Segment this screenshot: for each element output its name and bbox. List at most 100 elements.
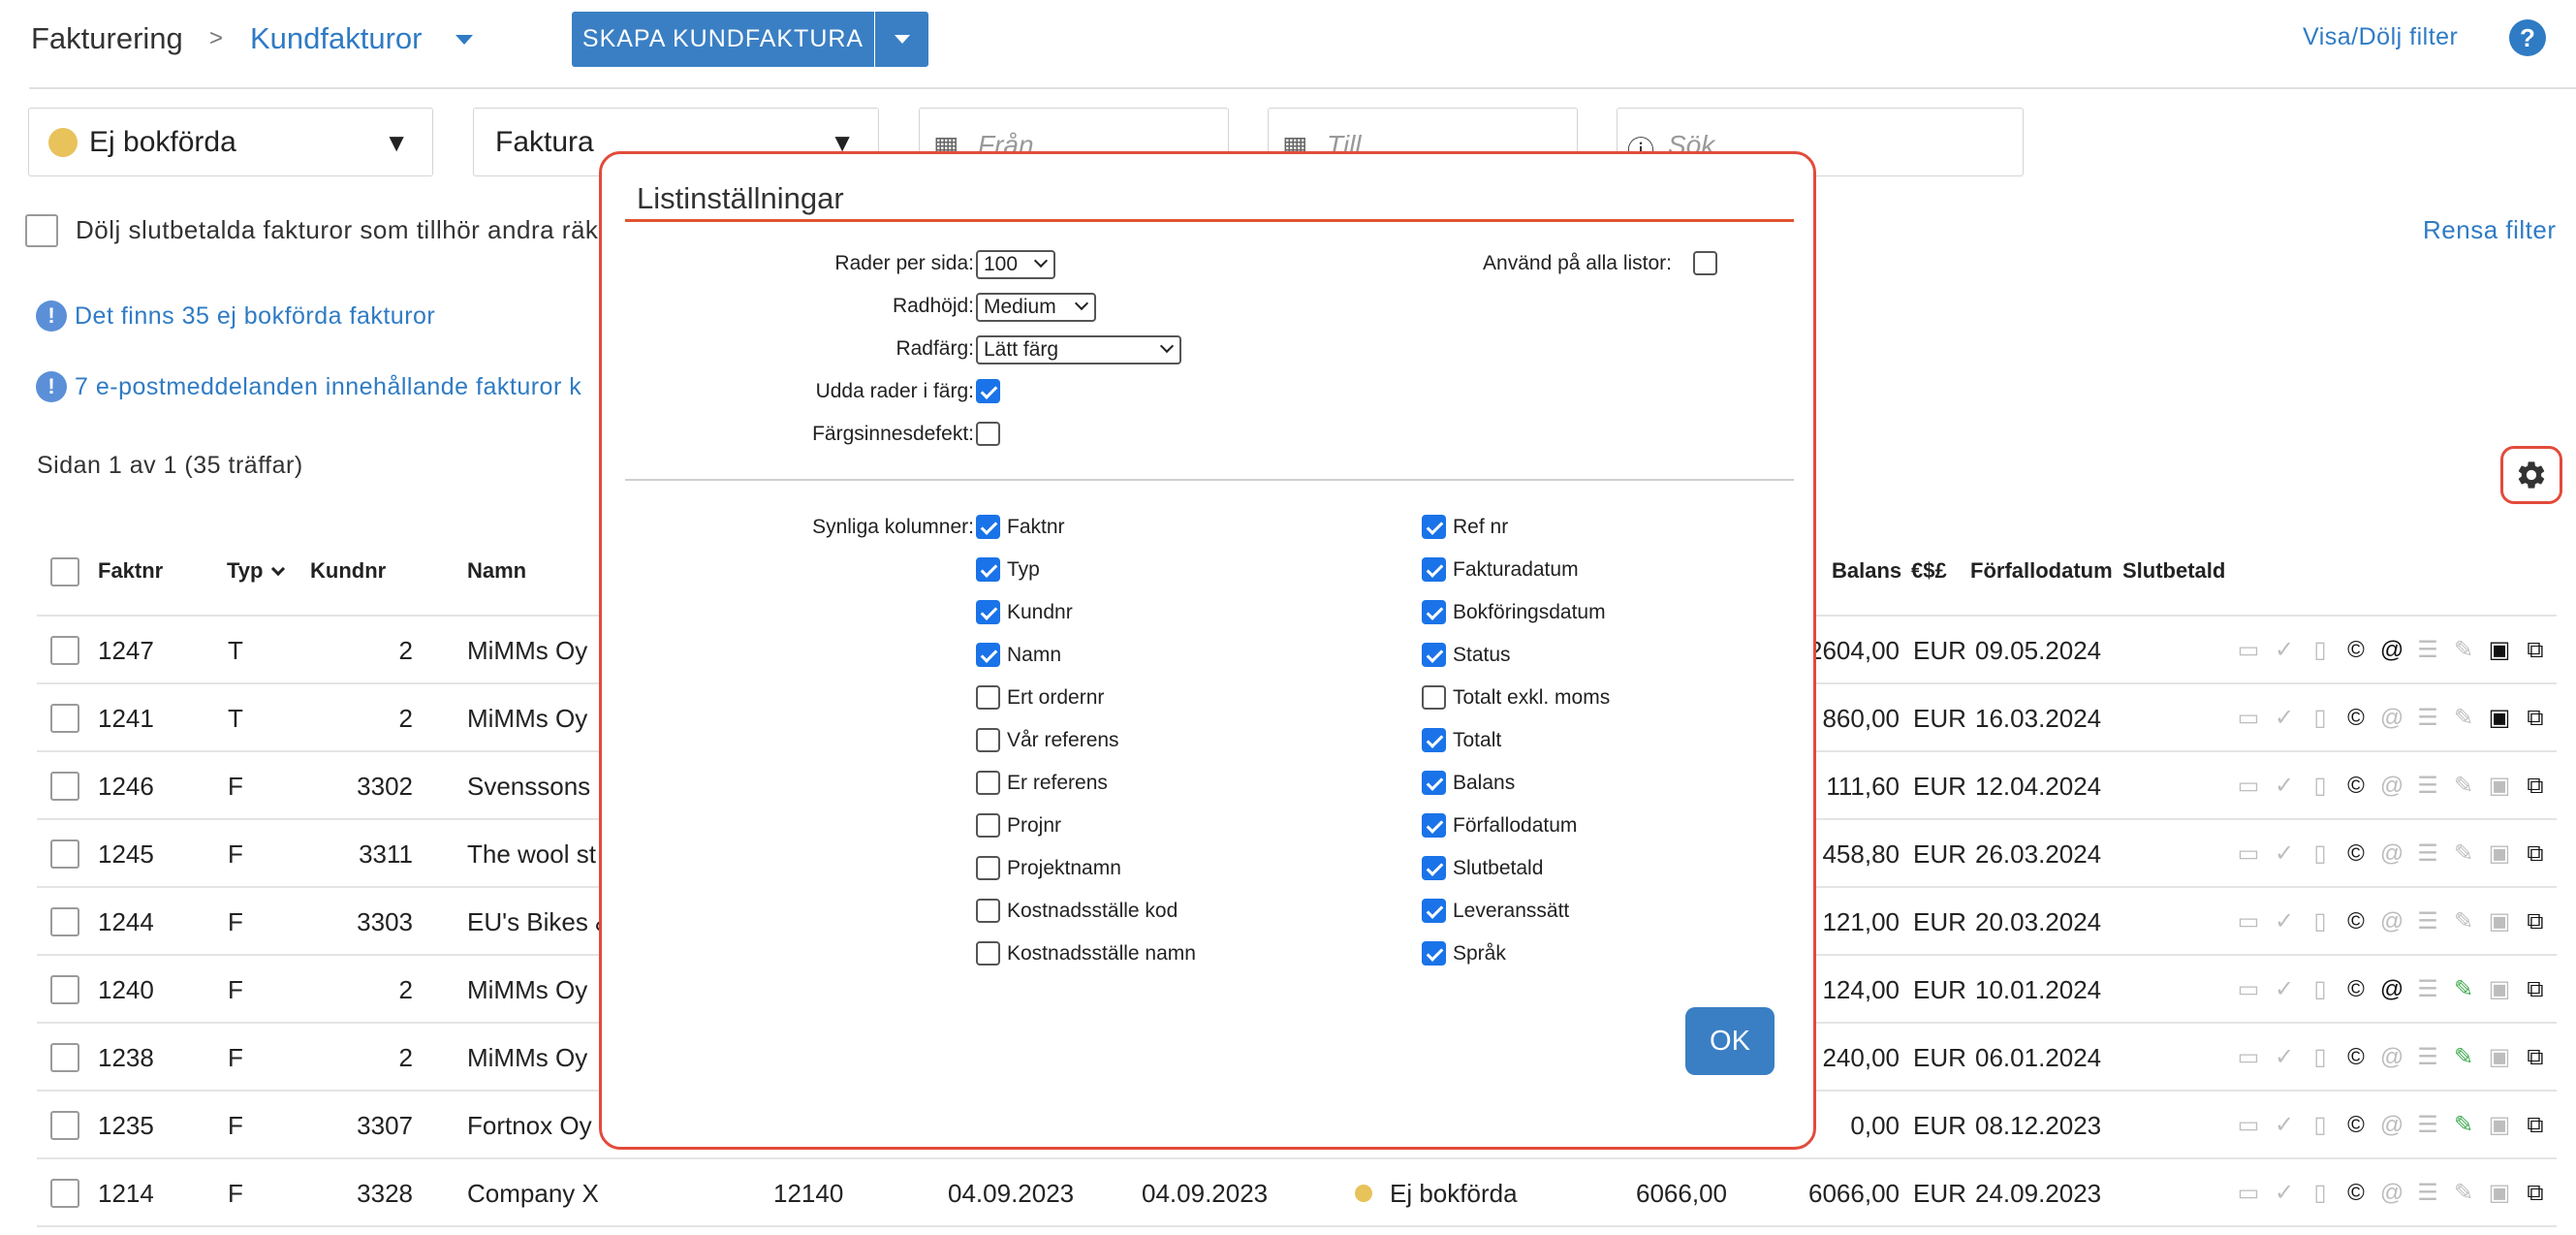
hide-paid-checkbox[interactable] <box>25 214 58 247</box>
email-notice-link[interactable]: 7 e-postmeddelanden innehållande fakturo… <box>75 373 581 401</box>
copy-icon[interactable]: ⧉ <box>2524 977 2547 1002</box>
apply-all-checkbox[interactable] <box>1693 251 1717 275</box>
image-icon[interactable]: ▣ <box>2488 977 2511 1002</box>
row-checkbox[interactable] <box>50 907 79 936</box>
row-checkbox[interactable] <box>50 772 79 801</box>
column-checkbox[interactable] <box>976 941 1000 966</box>
row-checkbox[interactable] <box>50 975 79 1004</box>
at-icon[interactable]: @ <box>2380 1113 2403 1138</box>
column-checkbox[interactable] <box>976 899 1000 923</box>
list-settings-button[interactable] <box>2500 446 2562 504</box>
list-icon[interactable]: ☰ <box>2416 774 2439 799</box>
at-icon[interactable]: @ <box>2380 638 2403 663</box>
at-icon[interactable]: @ <box>2380 841 2403 867</box>
check-circle-icon[interactable]: ✓ <box>2273 1113 2296 1138</box>
image-icon[interactable]: ▣ <box>2488 638 2511 663</box>
column-checkbox[interactable] <box>976 515 1000 539</box>
row-checkbox[interactable] <box>50 704 79 733</box>
toggle-filter-link[interactable]: Visa/Dölj filter <box>2303 23 2458 51</box>
document-icon[interactable]: ▯ <box>2309 1181 2332 1206</box>
row-checkbox[interactable] <box>50 839 79 869</box>
column-checkbox[interactable] <box>1422 685 1446 710</box>
image-icon[interactable]: ▣ <box>2488 841 2511 867</box>
copy-icon[interactable]: ⧉ <box>2524 706 2547 731</box>
row-checkbox[interactable] <box>50 1179 79 1208</box>
column-checkbox[interactable] <box>1422 728 1446 752</box>
copy-icon[interactable]: ⧉ <box>2524 1045 2547 1070</box>
copyright-icon[interactable]: © <box>2344 706 2368 731</box>
column-checkbox[interactable] <box>1422 941 1446 966</box>
copy-icon[interactable]: ⧉ <box>2524 909 2547 934</box>
image-icon[interactable]: ▣ <box>2488 774 2511 799</box>
column-checkbox[interactable] <box>1422 856 1446 880</box>
copy-icon[interactable]: ⧉ <box>2524 774 2547 799</box>
list-icon[interactable]: ☰ <box>2416 977 2439 1002</box>
help-icon[interactable]: ? <box>2509 19 2546 56</box>
column-checkbox[interactable] <box>976 643 1000 667</box>
row-checkbox[interactable] <box>50 1043 79 1072</box>
check-circle-icon[interactable]: ✓ <box>2273 1181 2296 1206</box>
edit-note-icon[interactable]: ✎ <box>2452 1181 2475 1206</box>
select-all-checkbox[interactable] <box>50 557 79 586</box>
edit-note-icon[interactable]: ✎ <box>2452 909 2475 934</box>
check-circle-icon[interactable]: ✓ <box>2273 977 2296 1002</box>
edit-note-icon[interactable]: ✎ <box>2452 1045 2475 1070</box>
column-header-typ[interactable]: Typ <box>227 558 263 584</box>
column-checkbox[interactable] <box>976 685 1000 710</box>
column-header-forfallodatum[interactable]: Förfallodatum <box>1970 558 2113 584</box>
card-icon[interactable]: ▭ <box>2237 977 2260 1002</box>
odd-rows-checkbox[interactable] <box>976 379 1000 403</box>
card-icon[interactable]: ▭ <box>2237 1113 2260 1138</box>
edit-note-icon[interactable]: ✎ <box>2452 977 2475 1002</box>
column-checkbox[interactable] <box>976 557 1000 582</box>
column-header-balans[interactable]: Balans <box>1832 558 1901 584</box>
check-circle-icon[interactable]: ✓ <box>2273 706 2296 731</box>
ok-button[interactable]: OK <box>1685 1007 1775 1075</box>
list-icon[interactable]: ☰ <box>2416 1113 2439 1138</box>
column-checkbox[interactable] <box>1422 643 1446 667</box>
card-icon[interactable]: ▭ <box>2237 1045 2260 1070</box>
document-icon[interactable]: ▯ <box>2309 977 2332 1002</box>
status-filter-select[interactable]: Ej bokförda ▼ <box>28 108 433 176</box>
edit-note-icon[interactable]: ✎ <box>2452 638 2475 663</box>
check-circle-icon[interactable]: ✓ <box>2273 841 2296 867</box>
list-icon[interactable]: ☰ <box>2416 909 2439 934</box>
image-icon[interactable]: ▣ <box>2488 1113 2511 1138</box>
list-icon[interactable]: ☰ <box>2416 638 2439 663</box>
column-header-currency[interactable]: €$£ <box>1911 558 1947 584</box>
check-circle-icon[interactable]: ✓ <box>2273 909 2296 934</box>
list-icon[interactable]: ☰ <box>2416 1181 2439 1206</box>
sort-chevron-icon[interactable] <box>270 561 286 577</box>
copy-icon[interactable]: ⧉ <box>2524 1181 2547 1206</box>
document-icon[interactable]: ▯ <box>2309 1045 2332 1070</box>
image-icon[interactable]: ▣ <box>2488 909 2511 934</box>
column-checkbox[interactable] <box>1422 813 1446 838</box>
copyright-icon[interactable]: © <box>2344 1113 2368 1138</box>
edit-note-icon[interactable]: ✎ <box>2452 1113 2475 1138</box>
column-checkbox[interactable] <box>1422 899 1446 923</box>
card-icon[interactable]: ▭ <box>2237 909 2260 934</box>
at-icon[interactable]: @ <box>2380 774 2403 799</box>
document-icon[interactable]: ▯ <box>2309 909 2332 934</box>
column-header-slutbetald[interactable]: Slutbetald <box>2122 558 2225 584</box>
copyright-icon[interactable]: © <box>2344 1045 2368 1070</box>
row-checkbox[interactable] <box>50 636 79 665</box>
rows-per-page-select[interactable]: 100 <box>976 250 1055 279</box>
image-icon[interactable]: ▣ <box>2488 1045 2511 1070</box>
chevron-down-icon[interactable] <box>456 35 473 45</box>
copyright-icon[interactable]: © <box>2344 638 2368 663</box>
list-icon[interactable]: ☰ <box>2416 1045 2439 1070</box>
column-header-kundnr[interactable]: Kundnr <box>310 558 386 584</box>
column-checkbox[interactable] <box>976 728 1000 752</box>
edit-note-icon[interactable]: ✎ <box>2452 841 2475 867</box>
at-icon[interactable]: @ <box>2380 977 2403 1002</box>
copyright-icon[interactable]: © <box>2344 977 2368 1002</box>
card-icon[interactable]: ▭ <box>2237 1181 2260 1206</box>
breadcrumb-current[interactable]: Kundfakturor <box>250 21 423 56</box>
column-checkbox[interactable] <box>976 771 1000 795</box>
create-invoice-dropdown-button[interactable] <box>875 12 928 67</box>
document-icon[interactable]: ▯ <box>2309 1113 2332 1138</box>
card-icon[interactable]: ▭ <box>2237 638 2260 663</box>
list-icon[interactable]: ☰ <box>2416 841 2439 867</box>
column-checkbox[interactable] <box>976 856 1000 880</box>
